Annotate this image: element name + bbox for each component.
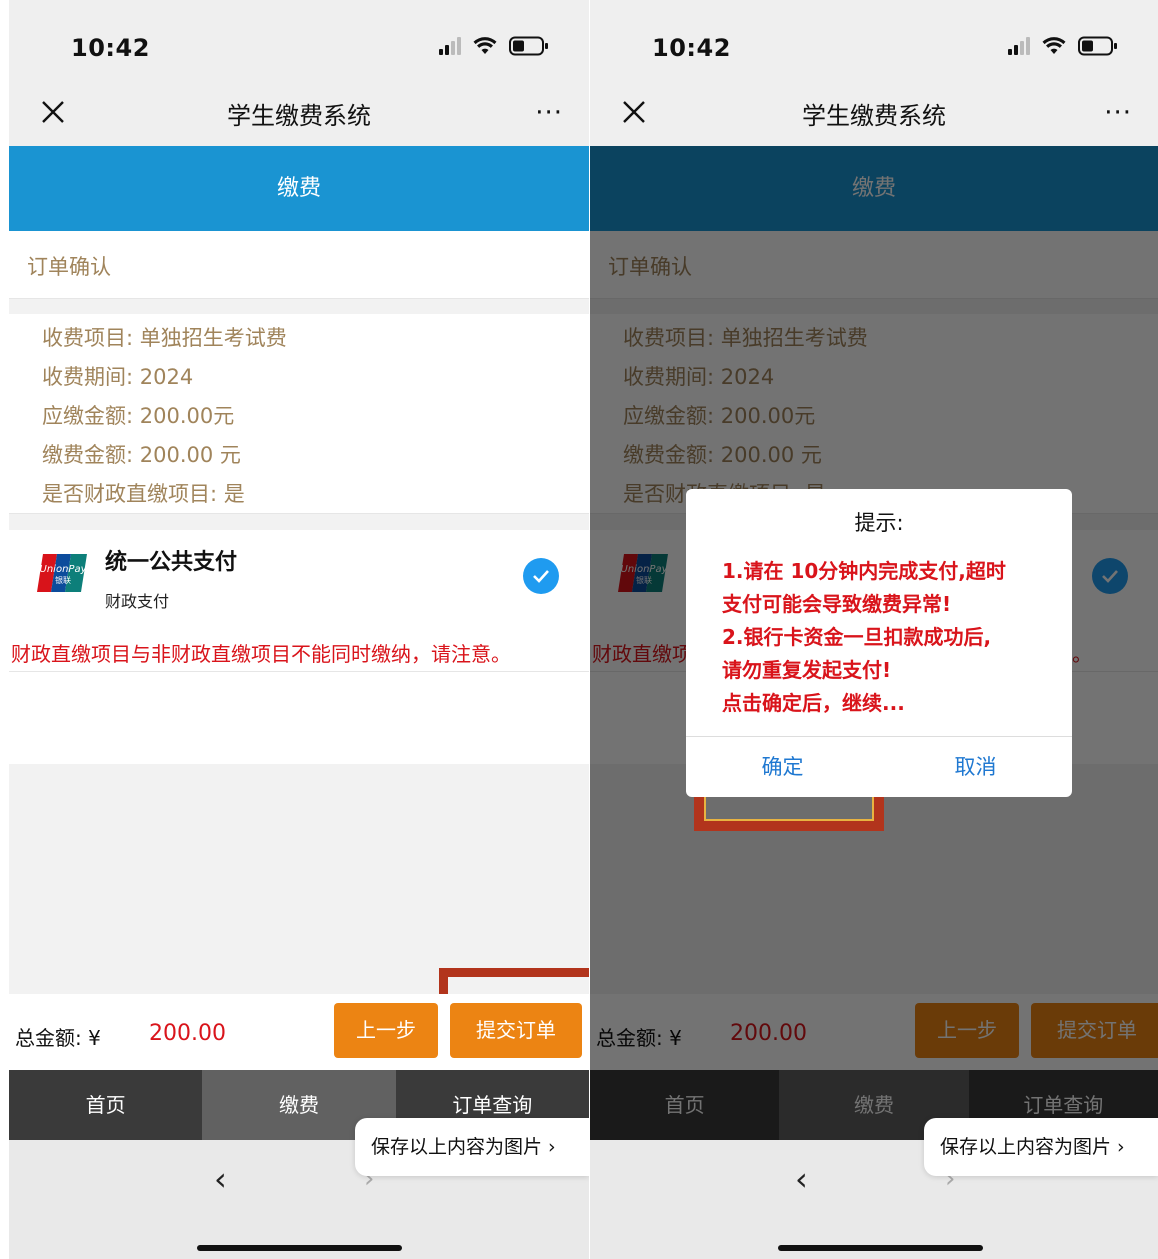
dialog-line: 请勿重复发起支付! — [722, 658, 892, 682]
total-amount: 200.00 — [149, 1021, 226, 1046]
order-details: 收费项目: 单独招生考试费 收费期间: 2024 应缴金额: 200.00元 缴… — [9, 314, 589, 514]
signal-icon — [1008, 37, 1030, 55]
nav-bar: 学生缴费系统 ··· — [590, 80, 1158, 146]
save-as-image-button[interactable]: 保存以上内容为图片 › — [355, 1118, 589, 1176]
nav-bar: 学生缴费系统 ··· — [9, 80, 589, 146]
page-title: 学生缴费系统 — [227, 102, 371, 130]
detail-amount-due: 应缴金额: 200.00元 — [42, 404, 235, 428]
warning-notice: 财政直缴项目与非财政直缴项目不能同时缴纳，请注意。 — [9, 632, 589, 672]
status-bar: 10:42 — [9, 0, 589, 80]
home-indicator — [197, 1245, 402, 1251]
submit-order-button[interactable]: 提交订单 — [450, 1003, 582, 1058]
back-arrow-icon[interactable]: ‹ — [214, 1160, 227, 1198]
save-as-image-button[interactable]: 保存以上内容为图片 › — [924, 1118, 1158, 1176]
wifi-icon — [1042, 37, 1066, 55]
detail-fiscal-direct: 是否财政直缴项目: 是 — [42, 482, 245, 506]
more-icon[interactable]: ··· — [1104, 98, 1132, 128]
status-bar: 10:42 — [590, 0, 1158, 80]
battery-icon — [509, 36, 549, 56]
payment-method-option[interactable]: UnionPay 银联 统一公共支付 财政支付 — [9, 530, 589, 642]
detail-amount-paid: 缴费金额: 200.00 元 — [42, 443, 241, 467]
tab-home[interactable]: 首页 — [9, 1070, 203, 1140]
dialog-line: 1.请在 10分钟内完成支付,超时 — [722, 559, 1006, 583]
home-indicator — [778, 1245, 983, 1251]
wifi-icon — [473, 37, 497, 55]
svg-text:UnionPay: UnionPay — [40, 564, 88, 575]
page-title: 学生缴费系统 — [802, 102, 946, 130]
phone-screen-right: 10:42 学生缴费系统 ··· 缴费 订单确认 收费项目: 单独招生考试费 收… — [590, 0, 1158, 1259]
battery-icon — [1078, 36, 1118, 56]
phone-screen-left: 10:42 学生缴费系统 ··· 缴费 订单确认 收费项目: 单独招生考试费 收… — [9, 0, 589, 1259]
status-time: 10:42 — [71, 34, 150, 62]
signal-icon — [439, 37, 461, 55]
back-arrow-icon[interactable]: ‹ — [795, 1160, 808, 1198]
payment-method-subtitle: 财政支付 — [105, 592, 170, 611]
previous-step-button[interactable]: 上一步 — [334, 1003, 438, 1058]
total-bar: 总金额: ¥ 200.00 上一步 提交订单 — [9, 994, 589, 1070]
detail-fee-period: 收费期间: 2024 — [42, 365, 194, 389]
detail-fee-item: 收费项目: 单独招生考试费 — [42, 326, 287, 350]
confirm-dialog: 提示: 1.请在 10分钟内完成支付,超时 支付可能会导致缴费异常! 2.银行卡… — [686, 489, 1072, 797]
section-header: 缴费 — [9, 146, 589, 231]
dialog-line: 支付可能会导致缴费异常! — [722, 592, 952, 616]
status-icons — [1008, 36, 1118, 56]
dialog-message: 1.请在 10分钟内完成支付,超时 支付可能会导致缴费异常! 2.银行卡资金一旦… — [722, 555, 1006, 720]
dialog-line: 2.银行卡资金一旦扣款成功后, — [722, 625, 992, 649]
order-confirm-heading: 订单确认 — [9, 231, 589, 299]
status-icons — [439, 36, 549, 56]
dialog-line: 点击确定后，继续... — [722, 691, 905, 715]
content-spacer — [9, 672, 589, 764]
total-label: 总金额: ¥ — [15, 1026, 101, 1050]
selected-check-icon[interactable] — [523, 558, 559, 594]
cancel-button[interactable]: 取消 — [879, 737, 1072, 797]
status-time: 10:42 — [652, 34, 731, 62]
unionpay-logo-icon: UnionPay 银联 — [37, 552, 89, 594]
more-icon[interactable]: ··· — [535, 98, 563, 128]
payment-method-title: 统一公共支付 — [105, 550, 238, 575]
confirm-button[interactable]: 确定 — [686, 737, 879, 797]
dialog-title: 提示: — [854, 511, 904, 535]
svg-text:银联: 银联 — [55, 575, 71, 585]
